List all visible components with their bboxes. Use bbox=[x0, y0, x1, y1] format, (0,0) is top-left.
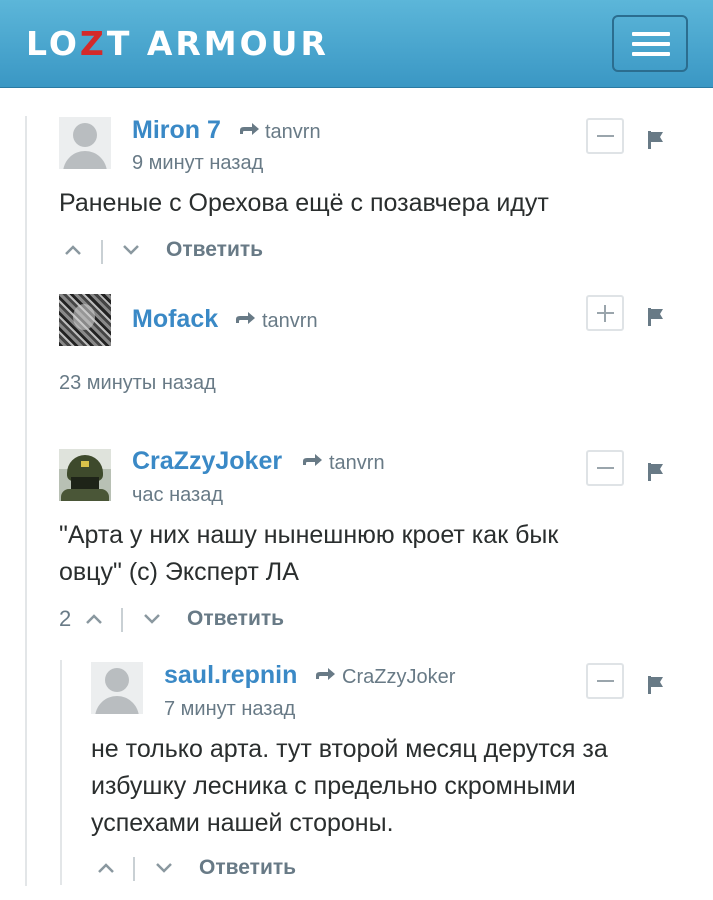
reply-arrow-icon bbox=[303, 454, 322, 466]
flag-icon[interactable] bbox=[646, 675, 666, 695]
thread-line bbox=[25, 116, 27, 886]
avatar[interactable] bbox=[59, 117, 111, 169]
logo-text-part1: LO bbox=[26, 24, 80, 63]
reply-arrow-icon bbox=[316, 668, 335, 680]
menu-button[interactable] bbox=[612, 15, 688, 72]
site-logo[interactable]: LOZT ARMOUR bbox=[26, 26, 329, 62]
flag-icon[interactable] bbox=[646, 307, 666, 327]
reply-to-user[interactable]: CraZzyJoker bbox=[342, 665, 455, 689]
flag-icon[interactable] bbox=[646, 462, 666, 482]
comment-text-line: "Арта у них нашу нынешнюю кроет как бык bbox=[59, 521, 559, 549]
avatar[interactable] bbox=[59, 294, 111, 346]
upvote-icon[interactable] bbox=[85, 613, 103, 625]
expand-button[interactable] bbox=[586, 295, 624, 331]
comment-author[interactable]: CraZzyJoker bbox=[132, 447, 282, 475]
collapse-button[interactable] bbox=[586, 118, 624, 154]
comment-text-line: не только арта. тут второй месяц дерутся… bbox=[91, 735, 608, 763]
reply-button[interactable]: Ответить bbox=[187, 607, 284, 631]
reply-arrow-icon bbox=[236, 312, 255, 324]
upvote-icon[interactable] bbox=[97, 862, 115, 874]
collapse-button[interactable] bbox=[586, 663, 624, 699]
reply-button[interactable]: Ответить bbox=[199, 856, 296, 880]
downvote-icon[interactable] bbox=[143, 613, 161, 625]
reply-to-user[interactable]: tanvrn bbox=[265, 120, 321, 144]
comment-time[interactable]: 9 минут назад bbox=[132, 151, 263, 175]
comment-text-line: избушку лесника с предельно скромными bbox=[91, 772, 576, 800]
hamburger-icon bbox=[632, 32, 670, 36]
comment-author[interactable]: saul.repnin bbox=[164, 661, 297, 689]
site-header: LOZT ARMOUR bbox=[0, 0, 713, 88]
reply-to-user[interactable]: tanvrn bbox=[262, 309, 318, 333]
avatar[interactable] bbox=[59, 449, 111, 501]
comment-time[interactable]: 23 минуты назад bbox=[59, 371, 216, 395]
vote-separator bbox=[133, 857, 135, 881]
comment-author[interactable]: Mofack bbox=[132, 305, 218, 333]
comment-author[interactable]: Miron 7 bbox=[132, 116, 221, 144]
comment-time[interactable]: 7 минут назад bbox=[164, 697, 295, 721]
flag-icon[interactable] bbox=[646, 130, 666, 150]
comment-text-line: овцу" (с) Эксперт ЛА bbox=[59, 558, 299, 586]
comment-text: Раненые с Орехова ещё с позавчера идут bbox=[59, 189, 549, 217]
hamburger-icon-bar bbox=[632, 42, 670, 46]
reply-arrow-icon bbox=[240, 123, 259, 135]
avatar[interactable] bbox=[91, 662, 143, 714]
hamburger-icon-bar bbox=[632, 52, 670, 56]
logo-text-part2: T ARMOUR bbox=[106, 24, 329, 63]
reply-to-user[interactable]: tanvrn bbox=[329, 451, 385, 475]
downvote-icon[interactable] bbox=[122, 244, 140, 256]
logo-text-z: Z bbox=[79, 24, 107, 63]
upvote-icon[interactable] bbox=[64, 244, 82, 256]
vote-separator bbox=[101, 240, 103, 264]
nested-thread-line bbox=[60, 660, 62, 885]
collapse-button[interactable] bbox=[586, 450, 624, 486]
upvote-count: 2 bbox=[59, 606, 72, 631]
vote-separator bbox=[121, 608, 123, 632]
comment-text-line: успехами нашей стороны. bbox=[91, 809, 394, 837]
reply-button[interactable]: Ответить bbox=[166, 238, 263, 262]
comment-time[interactable]: час назад bbox=[132, 483, 223, 507]
downvote-icon[interactable] bbox=[155, 862, 173, 874]
